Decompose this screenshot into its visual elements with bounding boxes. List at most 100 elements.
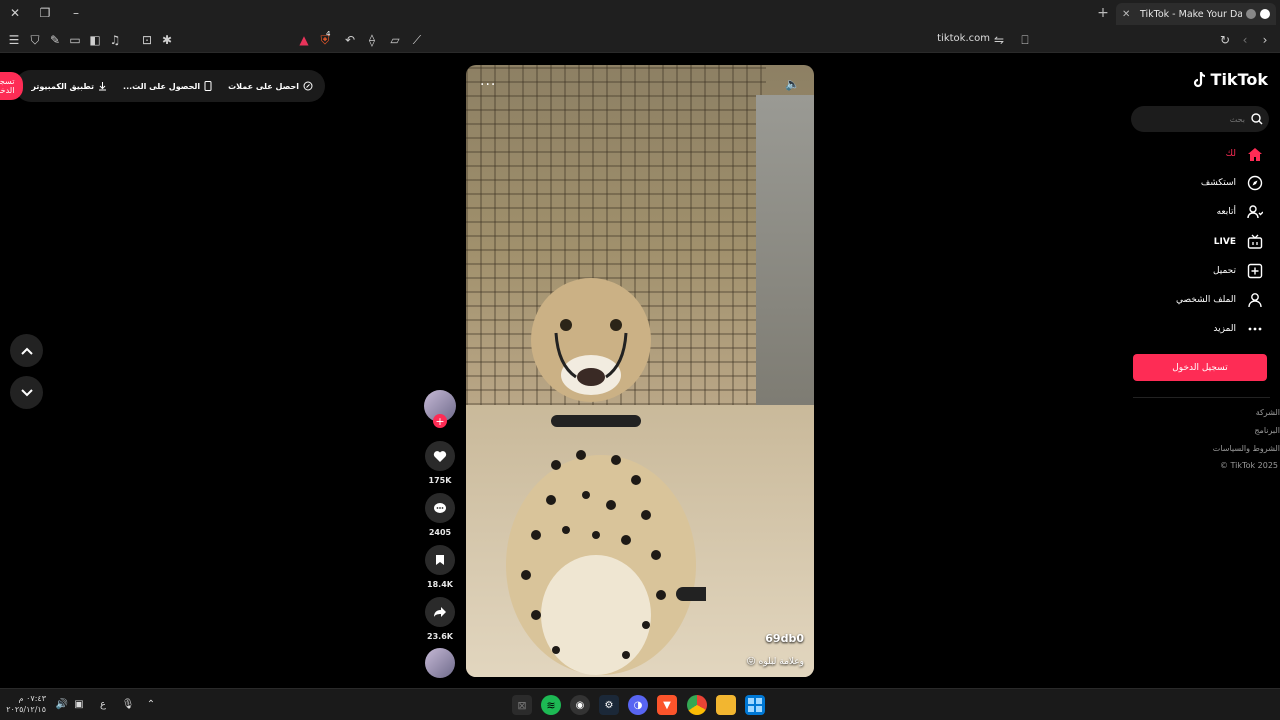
back-icon[interactable]: ‹ [1236,31,1254,49]
brave-shield-icon[interactable]: ⛨ [316,31,334,49]
nav-label: الملف الشخصي [1176,295,1236,305]
search-box[interactable] [1131,106,1269,132]
get-app-link[interactable]: الحصول على الت... [115,81,220,91]
tarp-background [756,95,814,415]
nav-more[interactable]: المزيد [1130,318,1280,340]
discord-icon[interactable]: ◑ [628,695,648,715]
save-button[interactable] [425,545,455,575]
video-author[interactable]: 69db0 [765,632,804,645]
puzzle-icon[interactable]: ✱ [158,31,176,49]
tray-expand-icon[interactable]: ⌃ [144,697,158,711]
nav-label: استكشف [1200,178,1236,188]
spotify-icon[interactable]: ≋ [541,695,561,715]
address-bar[interactable]: tiktok.com [930,33,990,44]
right-sidebar: TikTok لك استكشف أتابعه LIVE تحميل الملف… [1130,54,1280,688]
more-icon [1246,320,1264,338]
pc-app-link[interactable]: تطبيق الكمبيوتر [23,81,115,91]
menu-icon[interactable]: ☰ [5,31,23,49]
tiktok-page: احصل على عملات الحصول على الت... تطبيق ا… [0,54,1280,688]
get-coins-link[interactable]: احصل على عملات [220,81,321,91]
nav-for-you[interactable]: لك [1130,143,1280,165]
minimize-window-icon[interactable]: – [66,4,86,22]
extensions-icon[interactable]: ✎ [46,31,64,49]
network-icon[interactable]: ▣ [72,697,86,711]
footer-program-link[interactable]: البرنامج [1254,426,1280,435]
chrome-icon[interactable] [687,695,707,715]
tiktok-logo[interactable]: TikTok [1192,70,1268,89]
top-actions-bar: احصل على عملات الحصول على الت... تطبيق ا… [0,70,325,102]
heart-icon [433,450,447,462]
bookmark-icon [436,555,444,565]
back-arrow-icon[interactable]: ↶ [341,31,359,49]
comment-button[interactable] [425,493,455,523]
footer-company-link[interactable]: الشركة [1256,408,1280,417]
nav-live[interactable]: LIVE [1130,231,1280,253]
sidebar-icon[interactable]: ◧ [86,31,104,49]
forward-icon[interactable]: › [1256,31,1274,49]
draw-icon[interactable]: ⟋ [408,31,426,49]
sound-avatar[interactable] [425,648,455,678]
upload-icon [1246,262,1264,280]
next-video-button[interactable] [10,376,43,409]
language-indicator[interactable]: ع [96,697,110,711]
site-settings-icon[interactable]: ⇋ [990,31,1008,49]
brave-rewards-icon[interactable]: ▲ [295,31,313,49]
windows-start-icon[interactable] [745,695,765,715]
bookmark-icon[interactable]: ⎕ [1016,31,1034,49]
share-button[interactable] [425,597,455,627]
xbox-app-icon[interactable]: ⊠ [512,695,532,715]
logo-text: TikTok [1210,70,1268,89]
search-input[interactable] [1145,114,1245,124]
nav-upload[interactable]: تحميل [1130,260,1280,282]
reload-icon[interactable]: ↻ [1216,31,1234,49]
like-count: 175K [428,476,452,485]
volume-icon[interactable]: 🔈 [785,77,800,91]
cheetah-image [506,278,706,675]
browser-toolbar: ☰ ⛉ ✎ ▭ ◧ ♫ ⊡ ✱ ▲ ⛨ 4 ↶ ⟠ ▱ ⟋ tiktok.com… [0,27,1280,53]
sidebar-login-button[interactable]: تسجيل الدخول [1133,354,1267,381]
speaker-icon[interactable]: 🔊 [55,697,69,711]
nav-label: LIVE [1213,237,1236,247]
nav-label: لك [1225,149,1236,159]
nav-explore[interactable]: استكشف [1130,172,1280,194]
home-icon [1246,145,1264,163]
restore-window-icon[interactable]: ❐ [35,4,55,22]
share-count: 23.6K [427,632,453,641]
music-icon[interactable]: ♫ [106,31,124,49]
video-player[interactable]: ··· 🔈 69db0 وعلامة لبلوه 😝 [466,65,814,677]
nav-profile[interactable]: الملف الشخصي [1130,289,1280,311]
steam-icon[interactable]: ⚙ [599,695,619,715]
like-button[interactable] [425,441,455,471]
file-explorer-icon[interactable] [716,695,736,715]
previous-video-button[interactable] [10,334,43,367]
brave-browser-icon[interactable]: ▼ [657,695,677,715]
nav-label: أتابعه [1216,207,1236,217]
footer-terms-link[interactable]: الشروط والسياسات [1213,444,1280,453]
github-icon[interactable]: ◉ [570,695,590,715]
comment-count: 2405 [428,528,452,537]
tiktok-favicon [1260,9,1270,19]
wallet-icon[interactable]: ▭ [66,31,84,49]
close-tab-icon[interactable]: ✕ [1122,9,1136,20]
tab-title: TikTok - Make Your Day [1140,8,1242,20]
follow-plus-icon[interactable]: + [433,414,447,428]
video-options-icon[interactable]: ··· [480,77,496,93]
tab-mute-icon[interactable] [1246,9,1256,19]
translate-icon[interactable]: ⟠ [363,31,381,49]
close-window-icon[interactable]: ✕ [5,4,25,22]
new-tab-button[interactable]: + [1095,4,1111,22]
nav-label: تحميل [1212,266,1236,276]
microphone-icon[interactable]: 🎙 [121,697,135,711]
chevron-up-icon [20,347,33,355]
header-login-button[interactable]: تسجيل الدخول [0,72,24,100]
system-clock[interactable]: ٠٧:٤٣ م ٢٠٢٥/١٢/١٥ [6,693,46,715]
tab-manager-icon[interactable]: ⊡ [138,31,156,49]
shield-icon[interactable]: ⛉ [26,31,44,49]
search-icon[interactable] [1251,113,1263,125]
screenshot-icon[interactable]: ▱ [386,31,404,49]
video-caption: وعلامة لبلوه 😝 [746,657,804,667]
nav-following[interactable]: أتابعه [1130,201,1280,223]
browser-tab[interactable]: ✕ TikTok - Make Your Day [1116,3,1276,25]
share-icon [434,607,446,617]
compass-icon [1246,174,1264,192]
